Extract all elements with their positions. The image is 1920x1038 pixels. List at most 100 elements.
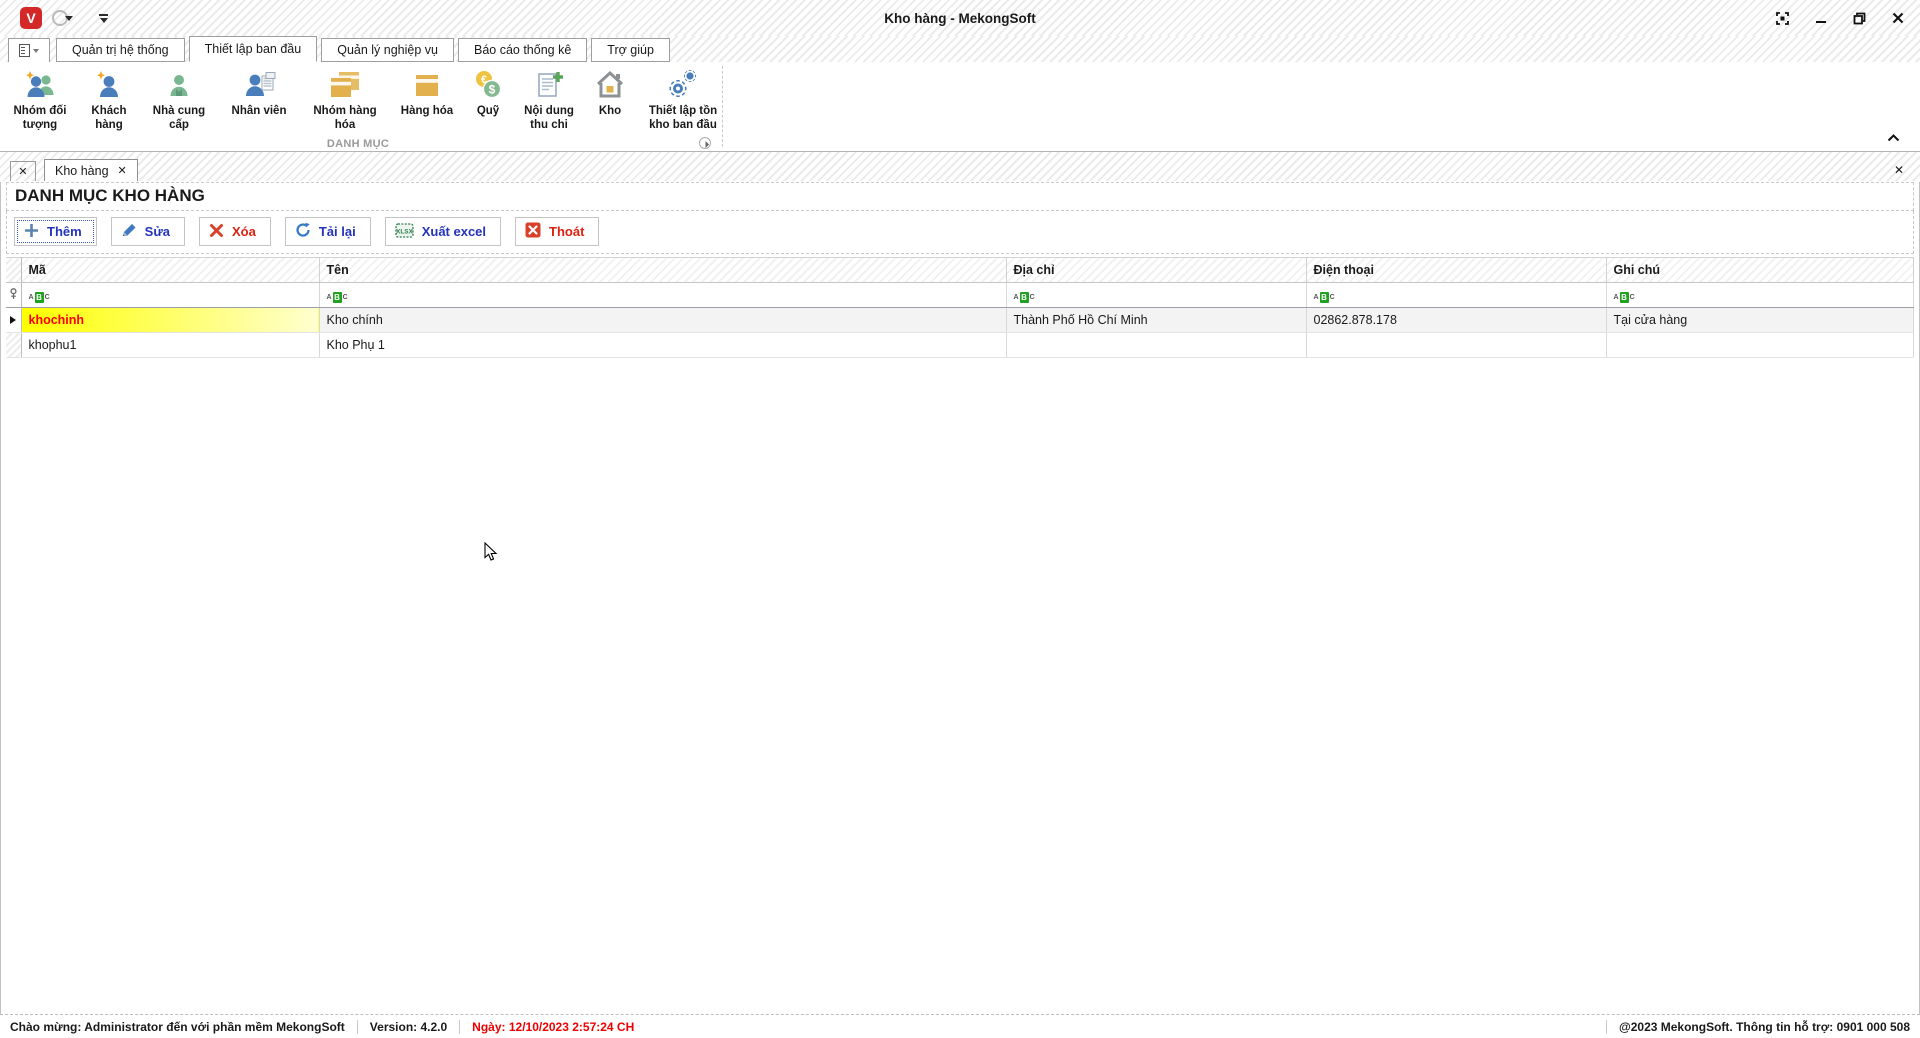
ribbon-item-nhom-hang-hoa[interactable]: Nhóm hàng hóa xyxy=(302,65,388,134)
filter-cell-ma[interactable]: ABC xyxy=(21,282,320,308)
add-button[interactable]: Thêm xyxy=(14,217,97,246)
x-icon xyxy=(209,223,224,241)
button-label: Tải lại xyxy=(318,224,356,239)
auto-filter-row: ABC ABC ABC ABC ABC xyxy=(6,282,1914,308)
cell-ten[interactable]: Kho chính xyxy=(319,307,1007,333)
close-button[interactable] xyxy=(1892,12,1904,24)
fullscreen-button[interactable] xyxy=(1776,11,1789,25)
cell-ten[interactable]: Kho Phụ 1 xyxy=(319,332,1007,358)
ribbon-item-khach-hang[interactable]: Khách hàng xyxy=(79,65,139,134)
cell-ghi-chu[interactable] xyxy=(1606,332,1914,358)
ribbon-item-quy[interactable]: € $ Quỹ xyxy=(466,65,510,121)
column-header-ghi-chu[interactable]: Ghi chú xyxy=(1606,257,1914,283)
document-tab-kho-hang[interactable]: Kho hàng ✕ xyxy=(44,159,138,181)
document-tab-strip: ✕ Kho hàng ✕ ✕ xyxy=(0,152,1920,181)
cell-ma[interactable]: khochinh xyxy=(21,307,320,333)
ribbon-tab-quan-tri-he-thong[interactable]: Quản trị hệ thống xyxy=(56,38,185,62)
ribbon-item-label: Nhóm hàng hóa xyxy=(313,105,377,131)
status-divider xyxy=(459,1020,461,1034)
ribbon-tab-quan-ly-nghiep-vu[interactable]: Quản lý nghiệp vụ xyxy=(321,38,454,62)
mouse-cursor xyxy=(484,541,498,567)
ribbon-item-nha-cung-cap[interactable]: Nhà cung cấp xyxy=(142,65,216,134)
title-bar: V Kho hàng - MekongSoft xyxy=(0,0,1920,36)
ribbon-item-label: Hàng hóa xyxy=(400,105,454,117)
button-label: Xóa xyxy=(232,224,256,239)
row-indicator xyxy=(6,332,22,358)
close-document-button[interactable]: ✕ xyxy=(10,161,36,181)
tab-close-icon[interactable]: ✕ xyxy=(118,164,127,177)
ribbon-item-label: Nhân viên xyxy=(231,105,287,117)
tabstrip-close-button[interactable]: ✕ xyxy=(1894,163,1904,177)
cell-dia-chi[interactable] xyxy=(1006,332,1307,358)
cell-ghi-chu[interactable]: Tại cửa hàng xyxy=(1606,307,1914,333)
warehouse-table: Mã Tên Địa chỉ Điện thoại Ghi chú ABC AB… xyxy=(6,257,1914,358)
ribbon-item-label: Thiết lập tồn kho ban đầu xyxy=(648,105,718,131)
cell-ma[interactable]: khophu1 xyxy=(21,332,320,358)
ribbon-item-label: Nhà cung cấp xyxy=(152,105,206,131)
column-header-dia-chi[interactable]: Địa chỉ xyxy=(1006,257,1307,283)
ribbon-item-noi-dung-thu-chi[interactable]: Nội dung thu chi xyxy=(513,65,585,134)
plus-icon xyxy=(24,223,39,241)
edit-button[interactable]: Sửa xyxy=(110,217,185,246)
page-title: DANH MỤC KHO HÀNG xyxy=(15,186,205,205)
ribbon-item-nhan-vien[interactable]: Nhân viên xyxy=(219,65,299,121)
table-row[interactable]: khochinh Kho chính Thành Phố Hồ Chí Minh… xyxy=(6,307,1914,333)
toolbar-section: Thêm Sửa Xóa Tải lại XLSX Xuất excel Tho… xyxy=(6,211,1914,254)
table-row[interactable]: khophu1 Kho Phụ 1 xyxy=(6,332,1914,358)
column-header-dien-thoai[interactable]: Điện thoại xyxy=(1306,257,1607,283)
column-header-ma[interactable]: Mã xyxy=(21,257,320,283)
ribbon-collapse-button[interactable] xyxy=(1887,129,1900,147)
cell-dien-thoai[interactable]: 02862.878.178 xyxy=(1306,307,1607,333)
page-title-section: DANH MỤC KHO HÀNG xyxy=(6,182,1914,211)
cell-dia-chi[interactable]: Thành Phố Hồ Chí Minh xyxy=(1006,307,1307,333)
status-divider xyxy=(356,1020,358,1034)
filter-cell-dien-thoai[interactable]: ABC xyxy=(1306,282,1607,308)
ribbon-item-thiet-lap-ton-kho[interactable]: Thiết lập tồn kho ban đầu xyxy=(635,65,731,134)
filter-row-indicator xyxy=(6,282,22,308)
button-label: Xuất excel xyxy=(421,224,487,239)
supplier-icon xyxy=(162,67,196,103)
income-expense-icon xyxy=(532,67,566,103)
ribbon-tab-tro-giup[interactable]: Trợ giúp xyxy=(591,38,670,62)
ribbon-tab-row: Quản trị hệ thống Thiết lập ban đầu Quản… xyxy=(0,36,1920,62)
delete-button[interactable]: Xóa xyxy=(199,217,271,246)
ribbon-tab-thiet-lap-ban-dau[interactable]: Thiết lập ban đầu xyxy=(188,36,318,62)
qat-record-button[interactable] xyxy=(52,10,73,26)
status-date: Ngày: 12/10/2023 2:57:24 CH xyxy=(472,1020,635,1034)
ribbon-item-nhom-doi-tuong[interactable]: Nhóm đối tượng xyxy=(4,65,76,134)
export-excel-button[interactable]: XLSX Xuất excel xyxy=(384,217,502,246)
app-logo-icon: V xyxy=(20,7,42,29)
document-tab-label: Kho hàng xyxy=(55,163,109,178)
ribbon-item-label: Kho xyxy=(598,105,622,117)
qat-customize-button[interactable] xyxy=(99,13,108,23)
column-header-ten[interactable]: Tên xyxy=(319,257,1007,283)
ribbon-tab-bao-cao-thong-ke[interactable]: Báo cáo thống kê xyxy=(457,38,588,62)
filter-cell-ghi-chu[interactable]: ABC xyxy=(1606,282,1914,308)
app-menu-button[interactable] xyxy=(8,38,50,62)
group-expand-button[interactable] xyxy=(699,137,711,149)
status-version: Version: 4.2.0 xyxy=(369,1020,448,1034)
ribbon-item-kho[interactable]: Kho xyxy=(588,65,632,121)
restore-button[interactable] xyxy=(1853,12,1866,25)
cell-dien-thoai[interactable] xyxy=(1306,332,1607,358)
exit-icon xyxy=(525,222,541,241)
exit-button[interactable]: Thoát xyxy=(515,217,600,246)
ribbon-item-label: Nhóm đối tượng xyxy=(13,105,67,131)
minimize-button[interactable] xyxy=(1815,12,1827,24)
filter-cell-ten[interactable]: ABC xyxy=(319,282,1007,308)
quick-access-toolbar: V xyxy=(0,7,108,29)
chevron-down-icon xyxy=(65,15,73,21)
ribbon-item-label: Quỹ xyxy=(476,105,500,117)
ribbon-item-hang-hoa[interactable]: Hàng hóa xyxy=(391,65,463,121)
reload-button[interactable]: Tải lại xyxy=(284,217,371,246)
abc-filter-icon: ABC xyxy=(1013,291,1035,303)
customer-icon xyxy=(92,67,126,103)
filter-cell-dia-chi[interactable]: ABC xyxy=(1006,282,1307,308)
ribbon-group-danh-muc: Nhóm đối tượng Khách hàng Nhà cung cấp N… xyxy=(0,62,1920,152)
abc-filter-icon: ABC xyxy=(1613,291,1635,303)
button-label: Sửa xyxy=(144,224,170,239)
button-label: Thêm xyxy=(47,224,82,239)
abc-filter-icon: ABC xyxy=(1313,291,1335,303)
status-welcome: Chào mừng: Administrator đến với phần mề… xyxy=(10,1020,345,1034)
warehouse-page: DANH MỤC KHO HÀNG Thêm Sửa Xóa Tải lại X… xyxy=(0,182,1920,1014)
